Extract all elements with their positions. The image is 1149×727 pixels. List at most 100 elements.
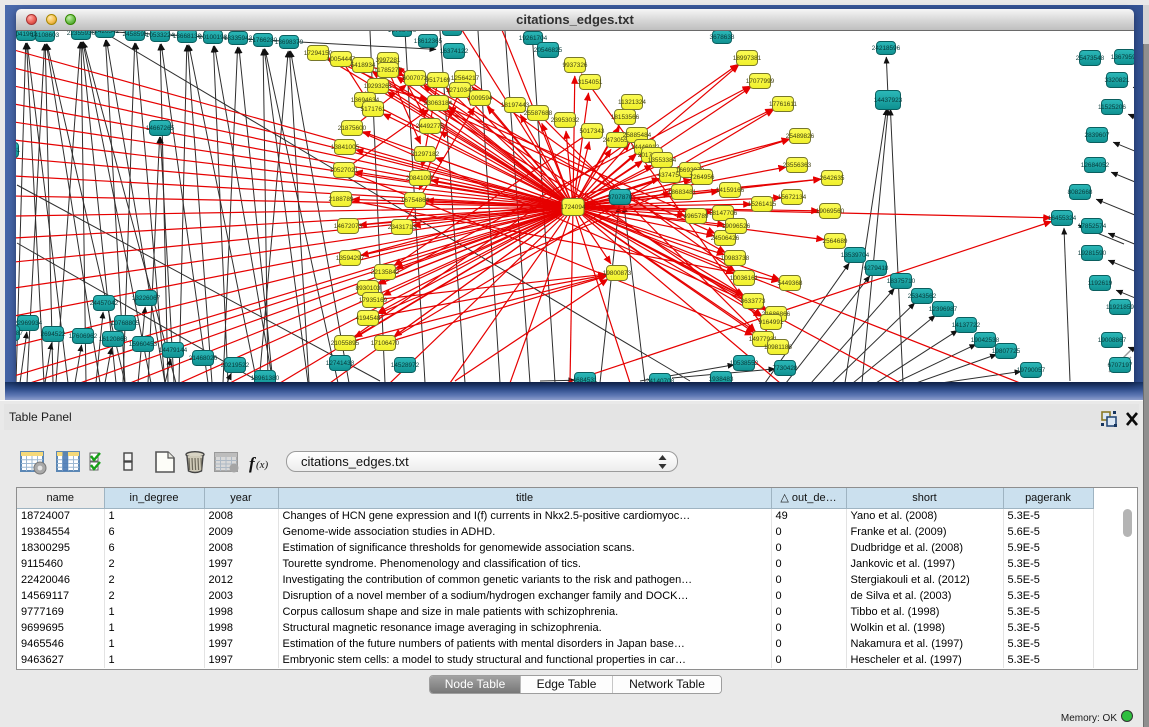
svg-text:5171761: 5171761 <box>361 106 386 113</box>
svg-text:3678638: 3678638 <box>710 34 735 41</box>
svg-text:10981186: 10981186 <box>764 344 792 351</box>
svg-text:13612365: 13612365 <box>414 38 443 45</box>
svg-text:21468026: 21468026 <box>189 355 218 362</box>
svg-text:2458591: 2458591 <box>123 31 148 38</box>
svg-text:5418934: 5418934 <box>351 62 376 69</box>
svg-text:22426342: 22426342 <box>91 31 120 35</box>
svg-text:1938483: 1938483 <box>709 376 734 382</box>
svg-text:13226067: 13226067 <box>132 295 161 302</box>
svg-text:14108603: 14108603 <box>31 32 60 39</box>
svg-text:19042538: 19042538 <box>971 337 1000 344</box>
svg-text:15708456: 15708456 <box>388 31 417 34</box>
svg-text:18683481: 18683481 <box>668 189 697 196</box>
svg-text:11525206: 11525206 <box>1098 104 1126 111</box>
svg-text:20219522: 20219522 <box>221 362 250 369</box>
svg-text:19281590: 19281590 <box>1078 250 1107 257</box>
svg-text:17606962: 17606962 <box>69 333 98 340</box>
svg-text:6279418: 6279418 <box>864 265 889 272</box>
svg-text:18997381: 18997381 <box>733 55 762 62</box>
svg-text:9164991: 9164991 <box>759 319 784 326</box>
svg-text:25885484: 25885484 <box>623 132 652 139</box>
svg-text:11921859: 11921859 <box>1106 304 1134 311</box>
svg-text:16754864: 16754864 <box>401 197 430 204</box>
svg-text:19807725: 19807725 <box>992 348 1021 355</box>
svg-text:2642635: 2642635 <box>820 175 845 182</box>
svg-text:9517169: 9517169 <box>426 77 451 84</box>
svg-text:(x): (x) <box>256 459 269 471</box>
svg-text:14672073: 14672073 <box>334 223 363 230</box>
svg-text:13594297: 13594297 <box>336 255 365 262</box>
svg-text:19261704: 19261704 <box>519 35 548 42</box>
svg-text:17852574: 17852574 <box>1078 223 1107 230</box>
svg-text:1192619: 1192619 <box>1088 280 1113 287</box>
svg-text:19800873: 19800873 <box>603 270 632 277</box>
svg-text:17935169: 17935169 <box>359 297 388 304</box>
svg-text:13539704: 13539704 <box>841 252 870 259</box>
svg-text:23431713: 23431713 <box>388 224 417 231</box>
svg-text:14137722: 14137722 <box>952 322 981 329</box>
svg-text:19096526: 19096526 <box>722 223 751 230</box>
svg-text:13668136: 13668136 <box>173 33 202 40</box>
svg-text:8930103: 8930103 <box>356 285 381 292</box>
svg-text:23556363: 23556363 <box>783 162 812 169</box>
svg-text:20841097: 20841097 <box>406 175 435 182</box>
svg-text:21875600: 21875600 <box>338 125 367 132</box>
svg-text:25343562: 25343562 <box>908 293 937 300</box>
svg-text:2694522: 2694522 <box>41 331 66 338</box>
svg-text:8707870: 8707870 <box>608 194 633 201</box>
svg-text:13698379: 13698379 <box>275 39 304 46</box>
svg-text:16374122: 16374122 <box>440 48 469 55</box>
svg-text:17077999: 17077999 <box>746 78 775 85</box>
svg-text:18961380: 18961380 <box>251 375 280 382</box>
svg-text:15960453: 15960453 <box>129 341 158 348</box>
svg-text:14528972: 14528972 <box>391 362 420 369</box>
svg-text:21766280: 21766280 <box>249 37 278 44</box>
svg-text:4684531: 4684531 <box>573 377 598 382</box>
svg-text:10036161: 10036161 <box>730 275 759 282</box>
svg-text:12564217: 12564217 <box>451 75 480 82</box>
svg-text:10983738: 10983738 <box>721 255 750 262</box>
svg-text:2839607: 2839607 <box>1085 132 1110 139</box>
svg-text:6007072: 6007072 <box>403 75 428 82</box>
svg-text:21055895: 21055895 <box>331 340 360 347</box>
svg-text:10538552: 10538552 <box>730 360 759 367</box>
svg-text:2564689: 2564689 <box>823 238 848 245</box>
svg-text:1724094: 1724094 <box>561 204 586 211</box>
svg-text:25473548: 25473548 <box>1076 55 1105 62</box>
svg-text:6707197: 6707197 <box>1108 362 1133 369</box>
svg-text:16120868: 16120868 <box>99 336 128 343</box>
svg-text:14437923: 14437923 <box>874 97 903 104</box>
svg-text:19790057: 19790057 <box>1017 367 1046 374</box>
svg-text:6647119: 6647119 <box>440 31 465 33</box>
svg-text:12741438: 12741438 <box>326 360 355 367</box>
svg-text:5449368: 5449368 <box>778 280 803 287</box>
svg-text:14479144: 14479144 <box>159 347 188 354</box>
svg-text:21297182: 21297182 <box>411 151 440 158</box>
svg-text:10533224: 10533224 <box>146 32 175 39</box>
svg-text:24506426: 24506426 <box>711 235 740 242</box>
svg-text:11338687: 11338687 <box>16 330 23 337</box>
svg-text:8082668: 8082668 <box>1068 189 1093 196</box>
svg-text:24218596: 24218596 <box>872 45 901 52</box>
svg-text:12396987: 12396987 <box>929 306 958 313</box>
svg-text:3154051: 3154051 <box>578 79 603 86</box>
svg-text:1109031: 1109031 <box>16 147 21 154</box>
svg-text:5017343: 5017343 <box>580 128 605 135</box>
svg-text:4194548: 4194548 <box>356 315 381 322</box>
svg-text:23953032: 23953032 <box>551 117 580 124</box>
svg-text:10527021: 10527021 <box>330 167 359 174</box>
svg-text:16455324: 16455324 <box>1048 215 1077 222</box>
svg-text:1009594: 1009594 <box>468 95 493 102</box>
svg-text:22969934: 22969934 <box>16 320 43 327</box>
svg-text:13553384: 13553384 <box>648 157 677 164</box>
svg-text:10768805: 10768805 <box>111 320 140 327</box>
svg-text:4965789: 4965789 <box>684 213 709 220</box>
svg-text:14159166: 14159166 <box>716 187 745 194</box>
svg-text:19008867: 19008867 <box>1098 337 1127 344</box>
svg-text:8633773: 8633773 <box>741 298 766 305</box>
svg-text:12684052: 12684052 <box>1081 162 1110 169</box>
svg-text:13841005: 13841005 <box>331 144 360 151</box>
svg-text:15672134: 15672134 <box>778 194 807 201</box>
svg-text:24140708: 24140708 <box>646 378 675 382</box>
svg-text:24492775: 24492775 <box>416 123 445 130</box>
